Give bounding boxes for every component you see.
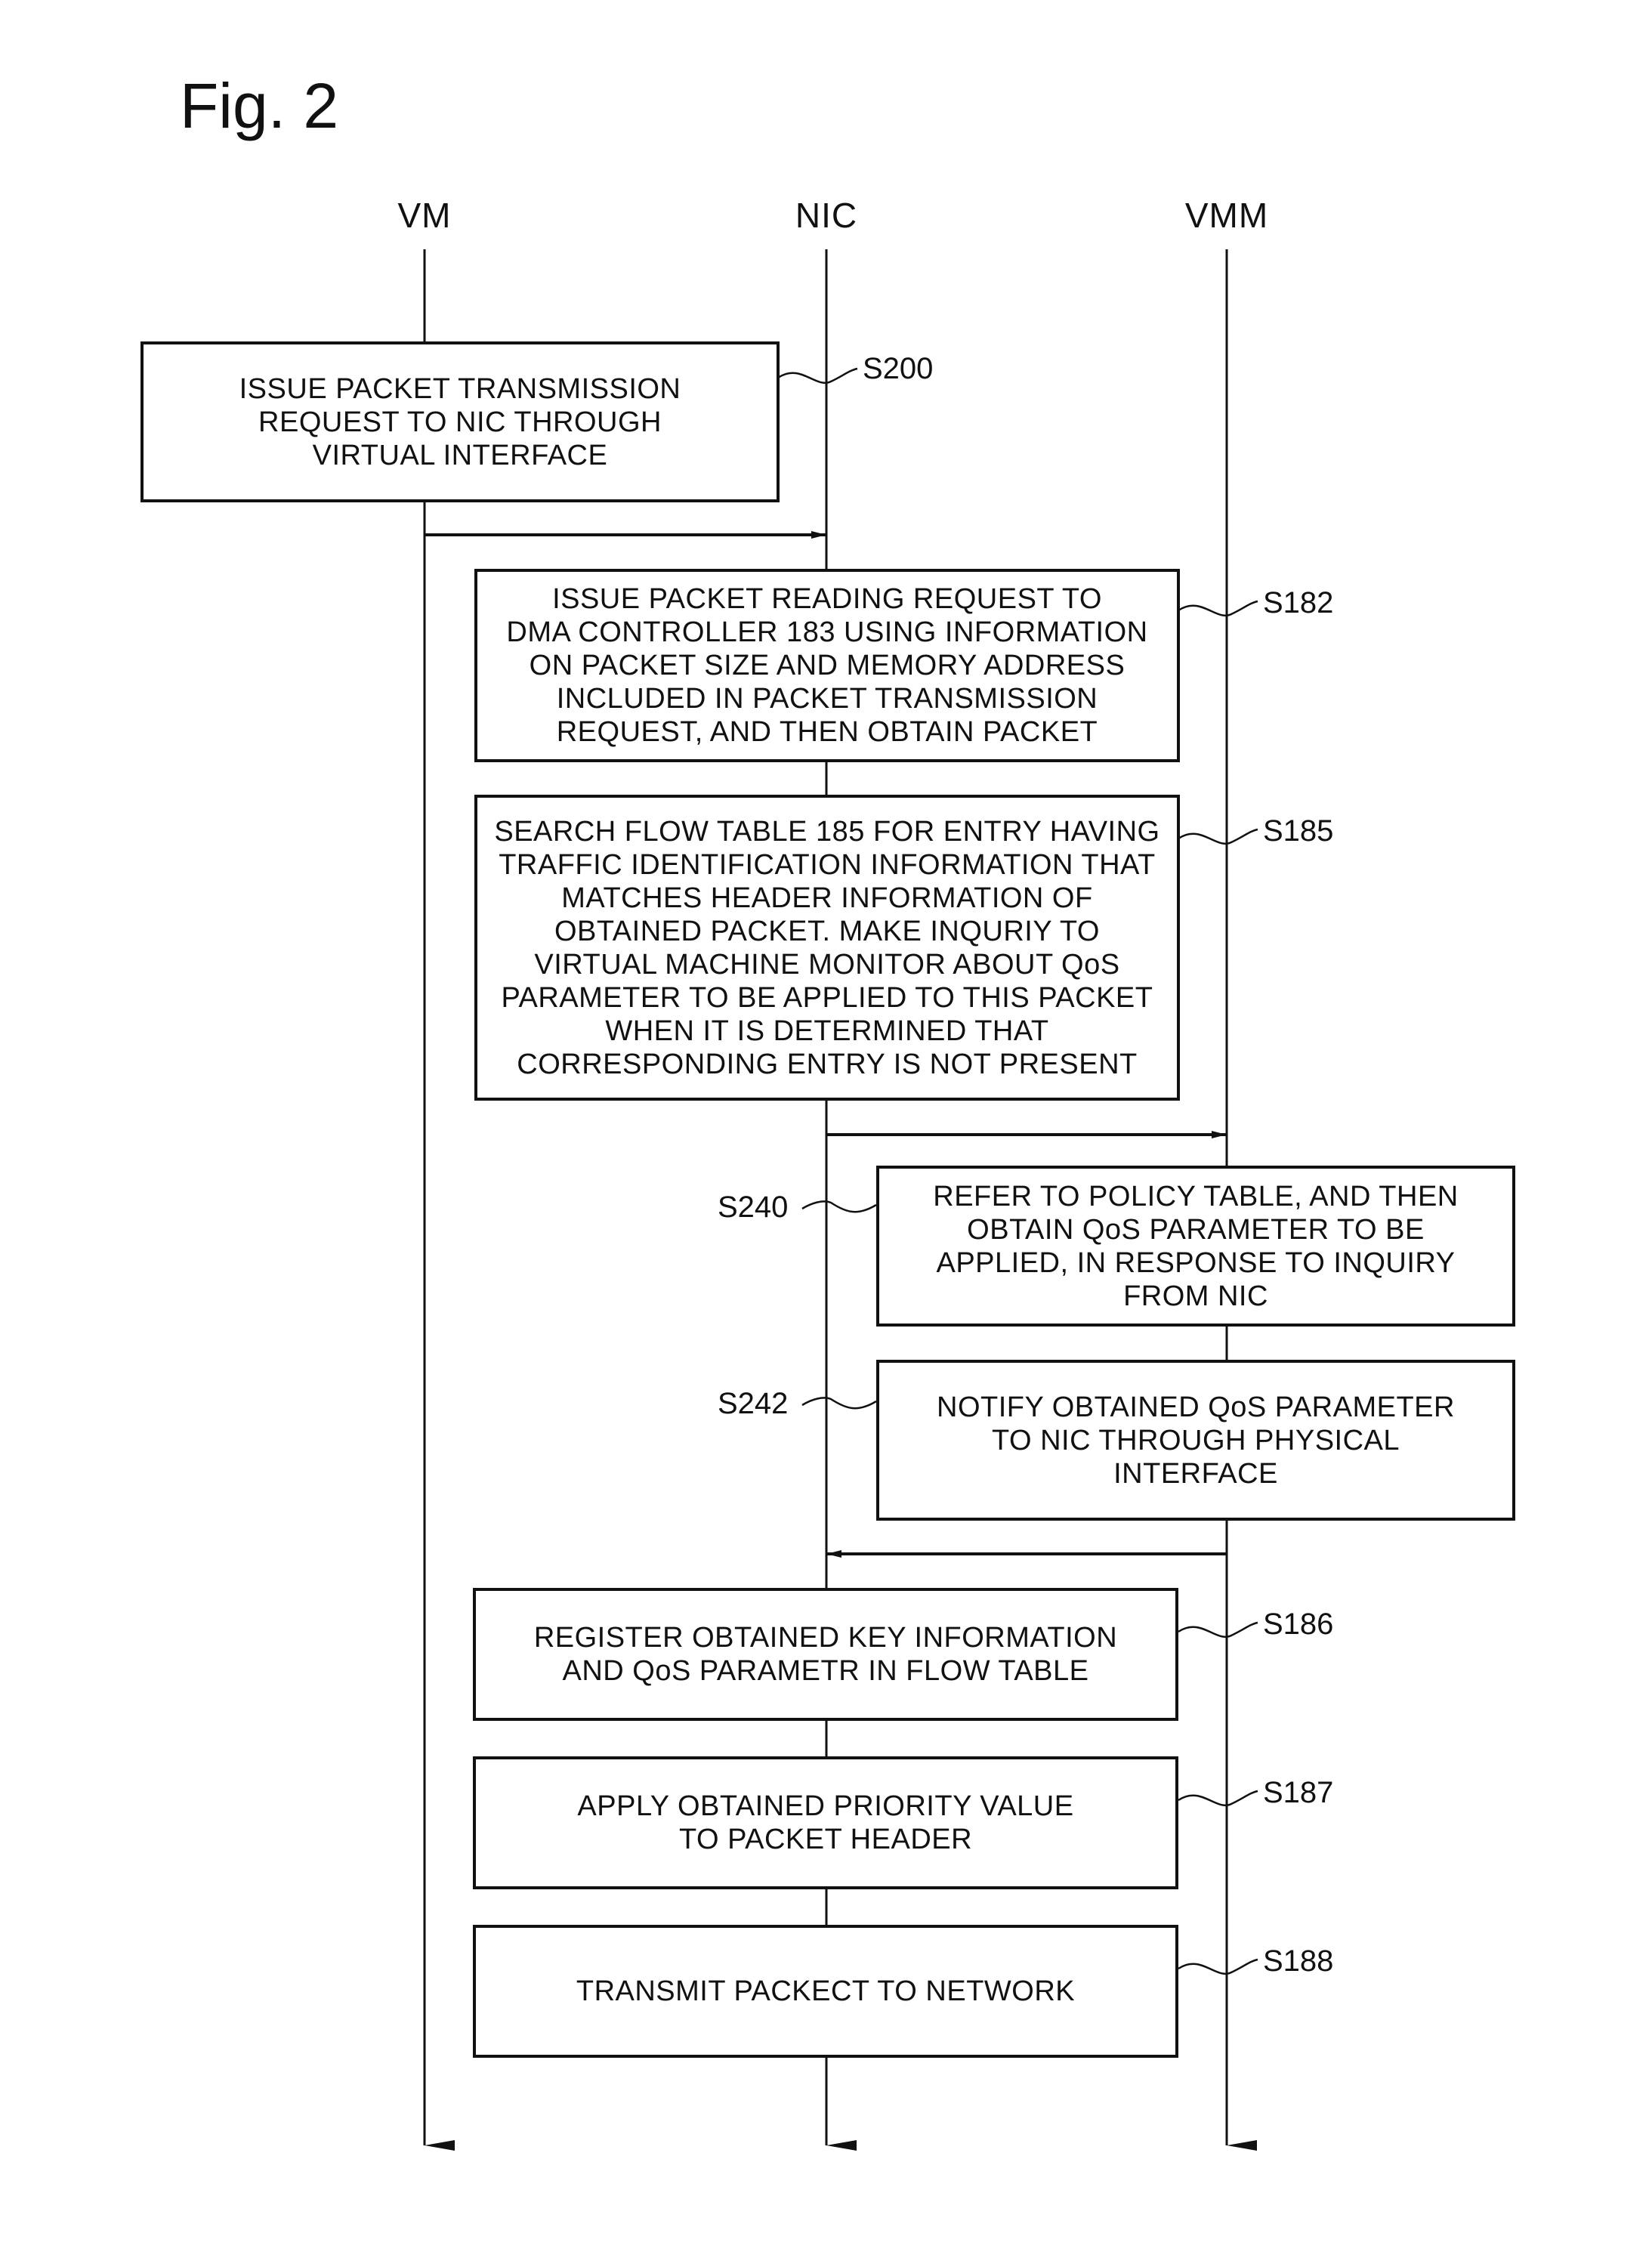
step-text-S200: ISSUE PACKET TRANSMISSION REQUEST TO NIC…: [239, 372, 681, 471]
leader-S188: [1178, 1958, 1258, 1975]
step-text-S188: TRANSMIT PACKECT TO NETWORK: [576, 1975, 1076, 2007]
step-text-S182: ISSUE PACKET READING REQUEST TO DMA CONT…: [506, 583, 1148, 748]
leader-S242: [801, 1397, 877, 1410]
step-text-S186: REGISTER OBTAINED KEY INFORMATION AND Qo…: [533, 1622, 1118, 1687]
step-text-S185: SEARCH FLOW TABLE 185 FOR ENTRY HAVING T…: [494, 815, 1160, 1080]
step-label-S186: S186: [1263, 1608, 1334, 1641]
step-label-S200: S200: [863, 352, 934, 385]
step-box-S186: REGISTER OBTAINED KEY INFORMATION AND Qo…: [473, 1588, 1178, 1721]
step-text-S242: NOTIFY OBTAINED QoS PARAMETER TO NIC THR…: [937, 1391, 1455, 1490]
leader-S186: [1178, 1621, 1258, 1638]
lane-label-vmm: VMM: [1184, 196, 1269, 235]
step-label-S182: S182: [1263, 586, 1334, 619]
step-label-S187: S187: [1263, 1776, 1334, 1809]
step-label-S242: S242: [718, 1387, 789, 1420]
step-label-S240: S240: [718, 1191, 789, 1224]
step-box-S240: REFER TO POLICY TABLE, AND THEN OBTAIN Q…: [876, 1166, 1515, 1327]
lane-label-nic: NIC: [795, 196, 858, 235]
step-box-S200: ISSUE PACKET TRANSMISSION REQUEST TO NIC…: [140, 341, 780, 502]
step-box-S185: SEARCH FLOW TABLE 185 FOR ENTRY HAVING T…: [474, 795, 1180, 1101]
leader-S200: [777, 367, 858, 384]
figure-title: Fig. 2: [180, 70, 339, 141]
step-text-S187: APPLY OBTAINED PRIORITY VALUE TO PACKET …: [577, 1790, 1074, 1855]
leader-S185: [1178, 828, 1258, 845]
leader-S187: [1178, 1790, 1258, 1806]
step-box-S182: ISSUE PACKET READING REQUEST TO DMA CONT…: [474, 569, 1180, 762]
leader-S240: [801, 1200, 877, 1213]
step-box-S187: APPLY OBTAINED PRIORITY VALUE TO PACKET …: [473, 1756, 1178, 1889]
step-label-S188: S188: [1263, 1944, 1334, 1978]
step-text-S240: REFER TO POLICY TABLE, AND THEN OBTAIN Q…: [933, 1180, 1459, 1312]
lane-label-vm: VM: [397, 196, 452, 235]
step-label-S185: S185: [1263, 814, 1334, 848]
leader-S182: [1178, 600, 1258, 616]
step-box-S188: TRANSMIT PACKECT TO NETWORK: [473, 1925, 1178, 2058]
step-box-S242: NOTIFY OBTAINED QoS PARAMETER TO NIC THR…: [876, 1360, 1515, 1521]
